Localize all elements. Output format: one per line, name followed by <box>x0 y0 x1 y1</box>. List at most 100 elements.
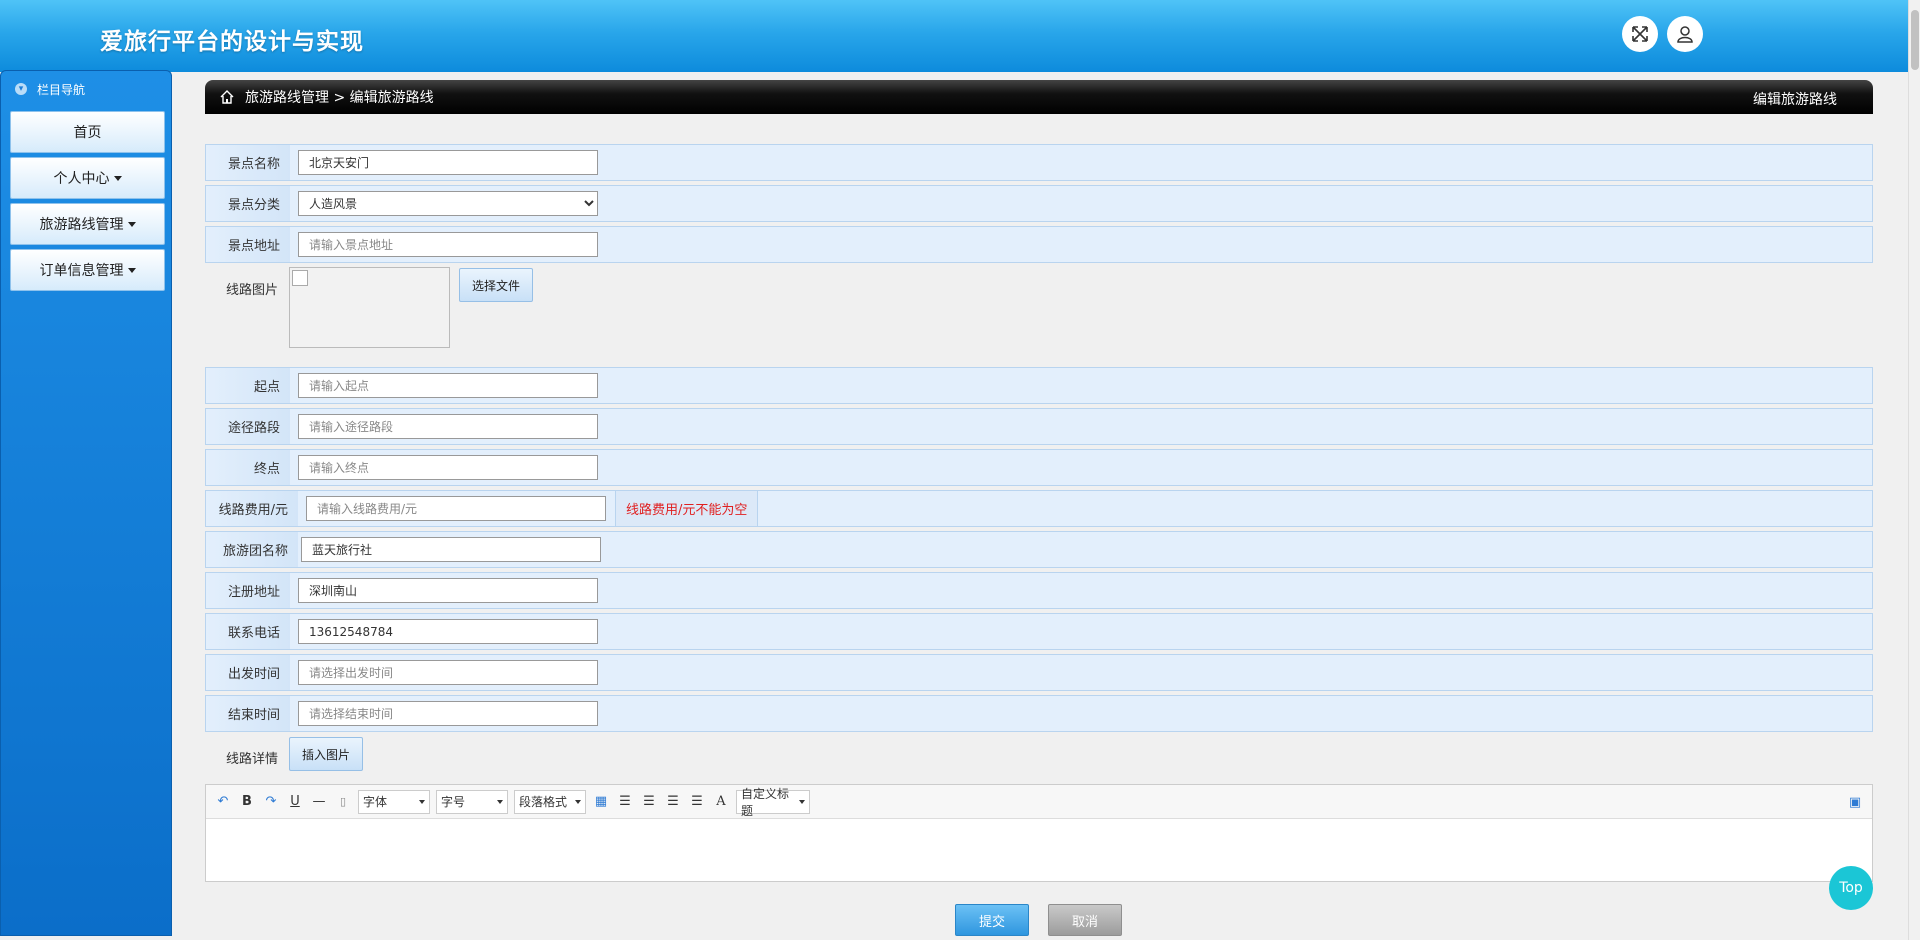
agency-input[interactable] <box>301 537 601 562</box>
phone-label: 联系电话 <box>206 614 290 649</box>
address-label: 景点地址 <box>206 227 290 262</box>
dropdown-arrow-icon <box>497 799 503 804</box>
route-image-preview <box>289 267 450 348</box>
form-row-fee: 线路费用/元 线路费用/元不能为空 <box>205 490 1873 527</box>
page-scrollbar[interactable] <box>1908 0 1920 940</box>
form-row-finish: 结束时间 <box>205 695 1873 732</box>
dropdown-arrow-icon <box>419 799 425 804</box>
reg-address-label: 注册地址 <box>206 573 290 608</box>
finish-input[interactable] <box>298 701 598 726</box>
submit-button[interactable]: 提交 <box>955 904 1029 936</box>
paragraph-select-label: 段落格式 <box>519 795 568 809</box>
user-icon <box>1677 26 1693 43</box>
caret-down-icon <box>127 221 136 227</box>
sidebar-item-label: 旅游路线管理 <box>39 217 124 233</box>
category-select[interactable]: 人造风景 <box>298 191 598 216</box>
cancel-button[interactable]: 取消 <box>1048 904 1122 936</box>
font-color-icon[interactable]: A <box>712 793 730 811</box>
finish-label: 结束时间 <box>206 696 290 731</box>
form-row-phone: 联系电话 <box>205 613 1873 650</box>
editor-toolbar: ↶ B ↷ U — ▯ 字体 字号 段落格式 ▦ ☰ ☰ ☰ ☰ A 自定义标题… <box>206 785 1872 819</box>
depart-input[interactable] <box>298 660 598 685</box>
top-header: 爱旅行平台的设计与实现 <box>0 0 1920 72</box>
sidebar-item-personal-center[interactable]: 个人中心 <box>10 157 165 199</box>
sidebar-item-order-management[interactable]: 订单信息管理 <box>10 249 165 291</box>
fee-error-message: 线路费用/元不能为空 <box>615 491 759 526</box>
back-to-top-button[interactable]: Top <box>1829 866 1873 910</box>
document-icon[interactable]: ▯ <box>334 793 352 811</box>
name-input[interactable] <box>298 150 598 175</box>
fee-label: 线路费用/元 <box>206 491 298 526</box>
end-input[interactable] <box>298 455 598 480</box>
sidebar-item-label: 订单信息管理 <box>39 263 124 279</box>
broken-image-icon <box>292 270 308 286</box>
table-icon[interactable]: ▦ <box>592 793 610 811</box>
bold-icon[interactable]: B <box>238 793 256 811</box>
sidebar: ▾ 栏目导航 首页 个人中心 旅游路线管理 订单信息管理 <box>0 70 172 936</box>
sidebar-heading: ▾ 栏目导航 <box>1 71 171 107</box>
fee-input[interactable] <box>306 496 606 521</box>
size-select[interactable]: 字号 <box>436 789 508 814</box>
user-button[interactable] <box>1667 16 1703 52</box>
scrollbar-thumb[interactable] <box>1911 10 1919 70</box>
dropdown-arrow-icon <box>575 799 581 804</box>
phone-input[interactable] <box>298 619 598 644</box>
caret-down-icon <box>127 267 136 273</box>
insert-image-button[interactable]: 插入图片 <box>289 737 364 771</box>
source-view-icon[interactable]: ▣ <box>1846 793 1864 811</box>
app-title: 爱旅行平台的设计与实现 <box>100 29 364 55</box>
expand-icon <box>1632 26 1648 42</box>
route-label: 途径路段 <box>206 409 290 444</box>
horizontal-rule-icon[interactable]: — <box>310 793 328 811</box>
rich-text-editor: ↶ B ↷ U — ▯ 字体 字号 段落格式 ▦ ☰ ☰ ☰ ☰ A 自定义标题… <box>205 784 1873 882</box>
reg-address-input[interactable] <box>298 578 598 603</box>
font-select-label: 字体 <box>363 795 388 809</box>
font-select[interactable]: 字体 <box>358 789 430 814</box>
depart-label: 出发时间 <box>206 655 290 690</box>
page-title: 编辑旅游路线 <box>1753 92 1837 108</box>
underline-icon[interactable]: U <box>286 793 304 811</box>
form-row-category: 景点分类 人造风景 <box>205 185 1873 222</box>
size-select-label: 字号 <box>441 795 466 809</box>
form-row-route: 途径路段 <box>205 408 1873 445</box>
align-left-icon[interactable]: ☰ <box>616 793 634 811</box>
sidebar-item-label: 个人中心 <box>53 171 110 187</box>
form-row-depart: 出发时间 <box>205 654 1873 691</box>
form-row-start: 起点 <box>205 367 1873 404</box>
form-row-name: 景点名称 <box>205 144 1873 181</box>
agency-label: 旅游团名称 <box>206 532 298 567</box>
form-row-address: 景点地址 <box>205 226 1873 263</box>
breadcrumb: 旅游路线管理 > 编辑旅游路线 编辑旅游路线 <box>205 80 1873 114</box>
nav-toggle-icon[interactable]: ▾ <box>15 83 27 95</box>
name-label: 景点名称 <box>206 145 290 180</box>
start-input[interactable] <box>298 373 598 398</box>
route-input[interactable] <box>298 414 598 439</box>
align-right-icon[interactable]: ☰ <box>640 793 658 811</box>
paragraph-select[interactable]: 段落格式 <box>514 789 586 814</box>
breadcrumb-path: 旅游路线管理 > 编辑旅游路线 <box>245 90 434 106</box>
custom-title-label: 自定义标题 <box>741 786 790 818</box>
category-label: 景点分类 <box>206 186 290 221</box>
sidebar-item-home[interactable]: 首页 <box>10 111 165 153</box>
custom-title-select[interactable]: 自定义标题 <box>736 787 810 818</box>
form-row-reg-address: 注册地址 <box>205 572 1873 609</box>
undo-icon[interactable]: ↶ <box>214 793 232 811</box>
align-center-icon[interactable]: ☰ <box>664 793 682 811</box>
sidebar-item-route-management[interactable]: 旅游路线管理 <box>10 203 165 245</box>
align-justify-icon[interactable]: ☰ <box>688 793 706 811</box>
redo-icon[interactable]: ↷ <box>262 793 280 811</box>
sidebar-item-label: 首页 <box>73 125 102 141</box>
choose-file-button[interactable]: 选择文件 <box>459 268 534 302</box>
sidebar-heading-label: 栏目导航 <box>37 82 86 97</box>
form-row-end: 终点 <box>205 449 1873 486</box>
dropdown-arrow-icon <box>799 799 805 804</box>
fullscreen-button[interactable] <box>1622 16 1658 52</box>
start-label: 起点 <box>206 368 290 403</box>
home-icon[interactable] <box>219 89 235 105</box>
address-input[interactable] <box>298 232 598 257</box>
detail-label: 线路详情 <box>226 752 279 767</box>
form-row-agency: 旅游团名称 <box>205 531 1873 568</box>
end-label: 终点 <box>206 450 290 485</box>
image-label: 线路图片 <box>226 283 279 298</box>
caret-down-icon <box>113 175 122 181</box>
